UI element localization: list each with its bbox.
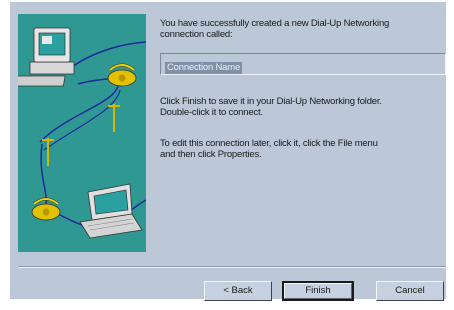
success-message: You have successfully created a new Dial… xyxy=(160,18,390,40)
telephone-icon xyxy=(107,63,137,87)
finish-instructions: Click Finish to save it in your Dial-Up … xyxy=(160,96,382,118)
laptop-icon xyxy=(79,183,143,239)
connection-name-field[interactable]: Connection Name xyxy=(160,53,446,75)
connection-name-value[interactable]: Connection Name xyxy=(165,62,243,74)
edit-instructions: To edit this connection later, click it,… xyxy=(160,138,378,160)
back-button[interactable]: < Back xyxy=(204,281,272,301)
desktop-computer-icon xyxy=(18,27,75,87)
cancel-button[interactable]: Cancel xyxy=(376,281,444,301)
finish-button[interactable]: Finish xyxy=(282,281,354,301)
finish-button-label: Finish xyxy=(284,283,352,299)
button-separator xyxy=(18,266,446,268)
wizard-illustration xyxy=(18,14,146,252)
dialup-wizard-dialog: You have successfully created a new Dial… xyxy=(0,0,454,310)
